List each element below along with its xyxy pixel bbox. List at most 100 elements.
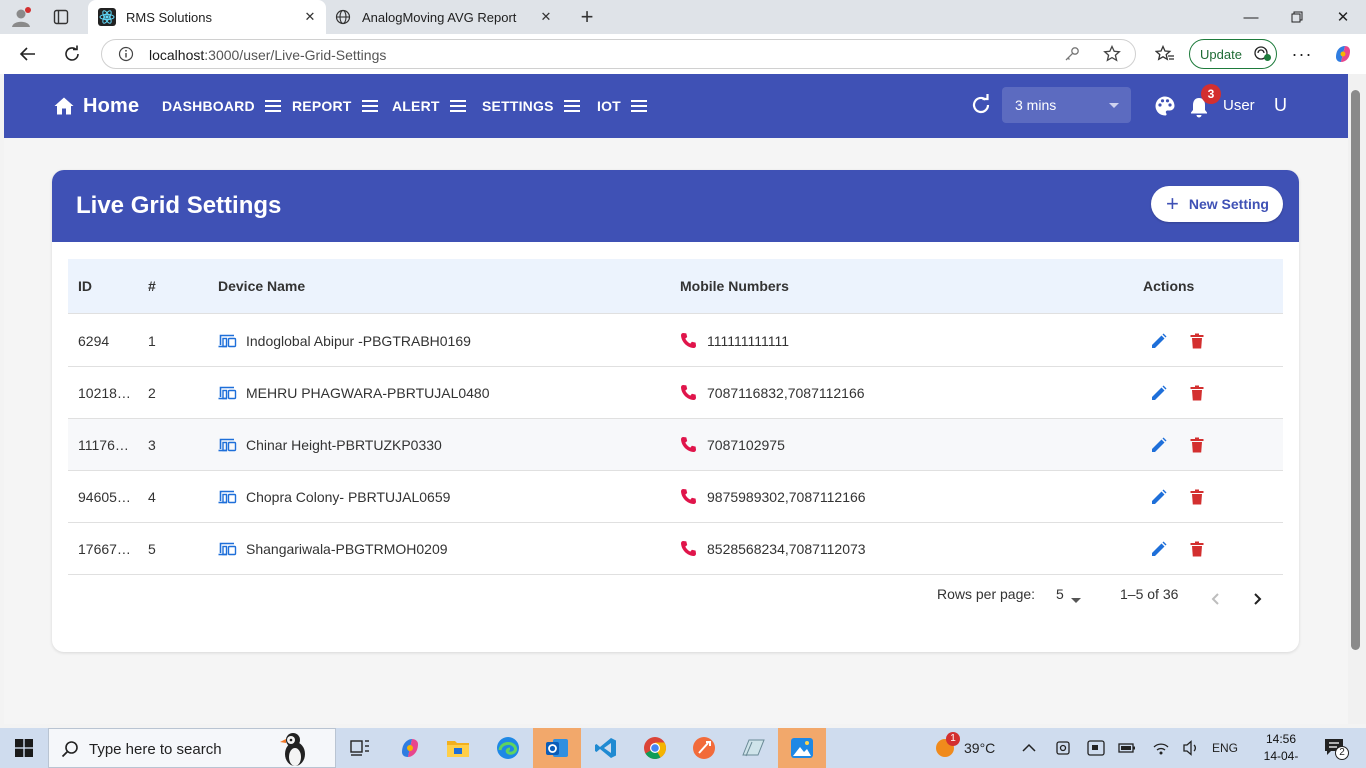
edit-icon[interactable] xyxy=(1146,328,1172,354)
cell-device-name: MEHRU PHAGWARA-PBRTUJAL0480 xyxy=(218,367,658,418)
windows-taskbar: Type here to search 1 39°C ENG 14:56 14-… xyxy=(0,728,1366,768)
new-setting-button[interactable]: + New Setting xyxy=(1151,186,1283,222)
delete-icon[interactable] xyxy=(1184,484,1210,510)
puffin-illustration-icon xyxy=(277,730,313,768)
weather-widget[interactable]: 1 39°C xyxy=(934,728,995,768)
table-row[interactable]: 10218… 2 MEHRU PHAGWARA-PBRTUJAL0480 708711… xyxy=(68,367,1283,419)
next-page-icon[interactable] xyxy=(1250,592,1264,609)
palette-icon[interactable] xyxy=(1154,95,1176,122)
file-explorer-icon[interactable] xyxy=(434,728,482,768)
close-tab-icon[interactable]: ✕ xyxy=(302,9,318,25)
more-options-icon[interactable]: ··· xyxy=(1288,40,1316,68)
close-window-icon[interactable]: ✕ xyxy=(1320,0,1366,34)
table-row[interactable]: 17667… 5 Shangariwala-PBGTRMOH0209 85285682… xyxy=(68,523,1283,575)
edit-icon[interactable] xyxy=(1146,432,1172,458)
cell-mobile-numbers: 7087116832,7087112166 xyxy=(680,367,1120,418)
menu-report[interactable]: REPORT xyxy=(292,74,378,138)
table-row[interactable]: 6294 1 Indoglobal Abipur -PBGTRABH0169 1111… xyxy=(68,315,1283,367)
update-label: Update xyxy=(1200,46,1242,62)
column-header-device-name[interactable]: Device Name xyxy=(218,259,658,313)
cell-id: 17667… xyxy=(78,540,131,557)
scrollbar-thumb[interactable] xyxy=(1351,90,1360,650)
meet-now-icon[interactable] xyxy=(1087,728,1105,768)
tab-rms-solutions[interactable]: RMS Solutions ✕ xyxy=(88,0,326,34)
home-icon xyxy=(54,97,74,115)
close-tab-icon[interactable]: ✕ xyxy=(538,9,554,25)
edit-icon[interactable] xyxy=(1146,536,1172,562)
restore-icon[interactable] xyxy=(1274,0,1320,34)
menu-label: SETTINGS xyxy=(482,98,554,114)
delete-icon[interactable] xyxy=(1184,536,1210,562)
device-name-text: Indoglobal Abipur -PBGTRABH0169 xyxy=(246,332,471,349)
profile-icon[interactable] xyxy=(8,5,34,29)
windows-start-icon[interactable] xyxy=(0,728,48,768)
previous-page-icon[interactable] xyxy=(1209,592,1223,609)
mobile-numbers-text: 7087116832,7087112166 xyxy=(707,384,865,401)
table-row[interactable]: 94605… 4 Chopra Colony- PBRTUJAL0659 987598… xyxy=(68,471,1283,523)
edge-browser-icon[interactable] xyxy=(484,728,532,768)
notification-center-icon[interactable]: 2 xyxy=(1323,728,1349,768)
devices-icon xyxy=(218,437,237,453)
back-icon[interactable] xyxy=(14,40,42,68)
menu-iot[interactable]: IOT xyxy=(597,74,647,138)
favorite-star-icon[interactable] xyxy=(1103,44,1121,68)
volume-icon[interactable] xyxy=(1182,728,1200,768)
user-menu-label[interactable]: User xyxy=(1223,97,1255,114)
tab-title: RMS Solutions xyxy=(126,9,212,25)
language-indicator[interactable]: ENG xyxy=(1212,728,1238,768)
table-header-row: ID # Device Name Mobile Numbers Actions xyxy=(68,259,1283,314)
menu-alert[interactable]: ALERT xyxy=(392,74,466,138)
refresh-icon[interactable] xyxy=(970,94,992,121)
key-icon[interactable] xyxy=(1064,46,1080,67)
cell-actions xyxy=(1143,523,1273,574)
site-info-icon[interactable] xyxy=(118,46,134,67)
url-field[interactable]: localhost:3000/user/Live-Grid-Settings xyxy=(101,39,1136,69)
page-scrollbar[interactable] xyxy=(1348,74,1366,724)
outlook-icon[interactable] xyxy=(533,728,581,768)
avatar[interactable]: U xyxy=(1274,95,1287,116)
wifi-icon[interactable] xyxy=(1152,728,1170,768)
menu-dashboard[interactable]: DASHBOARD xyxy=(162,74,281,138)
browser-update-button[interactable]: Update xyxy=(1189,39,1277,69)
column-header-number[interactable]: # xyxy=(148,259,198,313)
system-clock[interactable]: 14:56 14-04-2025 xyxy=(1253,731,1309,768)
reload-icon[interactable] xyxy=(58,40,86,68)
refresh-interval-value: 3 mins xyxy=(1015,97,1057,113)
tab-actions-icon[interactable] xyxy=(48,5,74,29)
minimize-icon[interactable]: — xyxy=(1228,0,1274,34)
menu-settings[interactable]: SETTINGS xyxy=(482,74,580,138)
favorites-icon[interactable] xyxy=(1151,40,1179,68)
battery-icon[interactable] xyxy=(1118,728,1136,768)
new-setting-label: New Setting xyxy=(1188,196,1269,212)
vscode-icon[interactable] xyxy=(582,728,630,768)
delete-icon[interactable] xyxy=(1184,432,1210,458)
edit-icon[interactable] xyxy=(1146,380,1172,406)
tab-analog-moving-report[interactable]: AnalogMoving AVG Report ✕ xyxy=(330,0,562,34)
weather-temperature: 39°C xyxy=(964,740,996,756)
new-tab-icon[interactable]: + xyxy=(574,4,600,29)
delete-icon[interactable] xyxy=(1184,328,1210,354)
phone-icon xyxy=(680,540,697,557)
task-view-icon[interactable] xyxy=(336,728,384,768)
cell-device-name: Chopra Colony- PBRTUJAL0659 xyxy=(218,471,658,522)
table-row[interactable]: 11176… 3 Chinar Height-PBRTUZKP0330 7087102… xyxy=(68,419,1283,471)
cell-actions xyxy=(1143,419,1273,470)
taskbar-search-input[interactable]: Type here to search xyxy=(48,728,336,768)
photos-app-icon[interactable] xyxy=(778,728,826,768)
column-header-id[interactable]: ID xyxy=(78,259,134,313)
tab-title: AnalogMoving AVG Report xyxy=(362,9,517,25)
chevron-up-icon[interactable] xyxy=(1022,728,1036,768)
column-header-mobile-numbers[interactable]: Mobile Numbers xyxy=(680,259,1120,313)
chrome-icon[interactable] xyxy=(631,728,679,768)
edit-icon[interactable] xyxy=(1146,484,1172,510)
live-grid-settings-card: Live Grid Settings + New Setting ID # De… xyxy=(52,170,1299,652)
camera-tray-icon[interactable] xyxy=(1055,728,1071,768)
refresh-interval-select[interactable]: 3 mins xyxy=(1002,87,1131,123)
copilot-app-icon[interactable] xyxy=(386,728,434,768)
postman-icon[interactable] xyxy=(680,728,728,768)
home-link[interactable]: Home xyxy=(54,74,139,138)
device-name-text: MEHRU PHAGWARA-PBRTUJAL0480 xyxy=(246,384,490,401)
delete-icon[interactable] xyxy=(1184,380,1210,406)
desktop-app-icon[interactable] xyxy=(729,728,777,768)
copilot-icon[interactable] xyxy=(1329,40,1357,68)
